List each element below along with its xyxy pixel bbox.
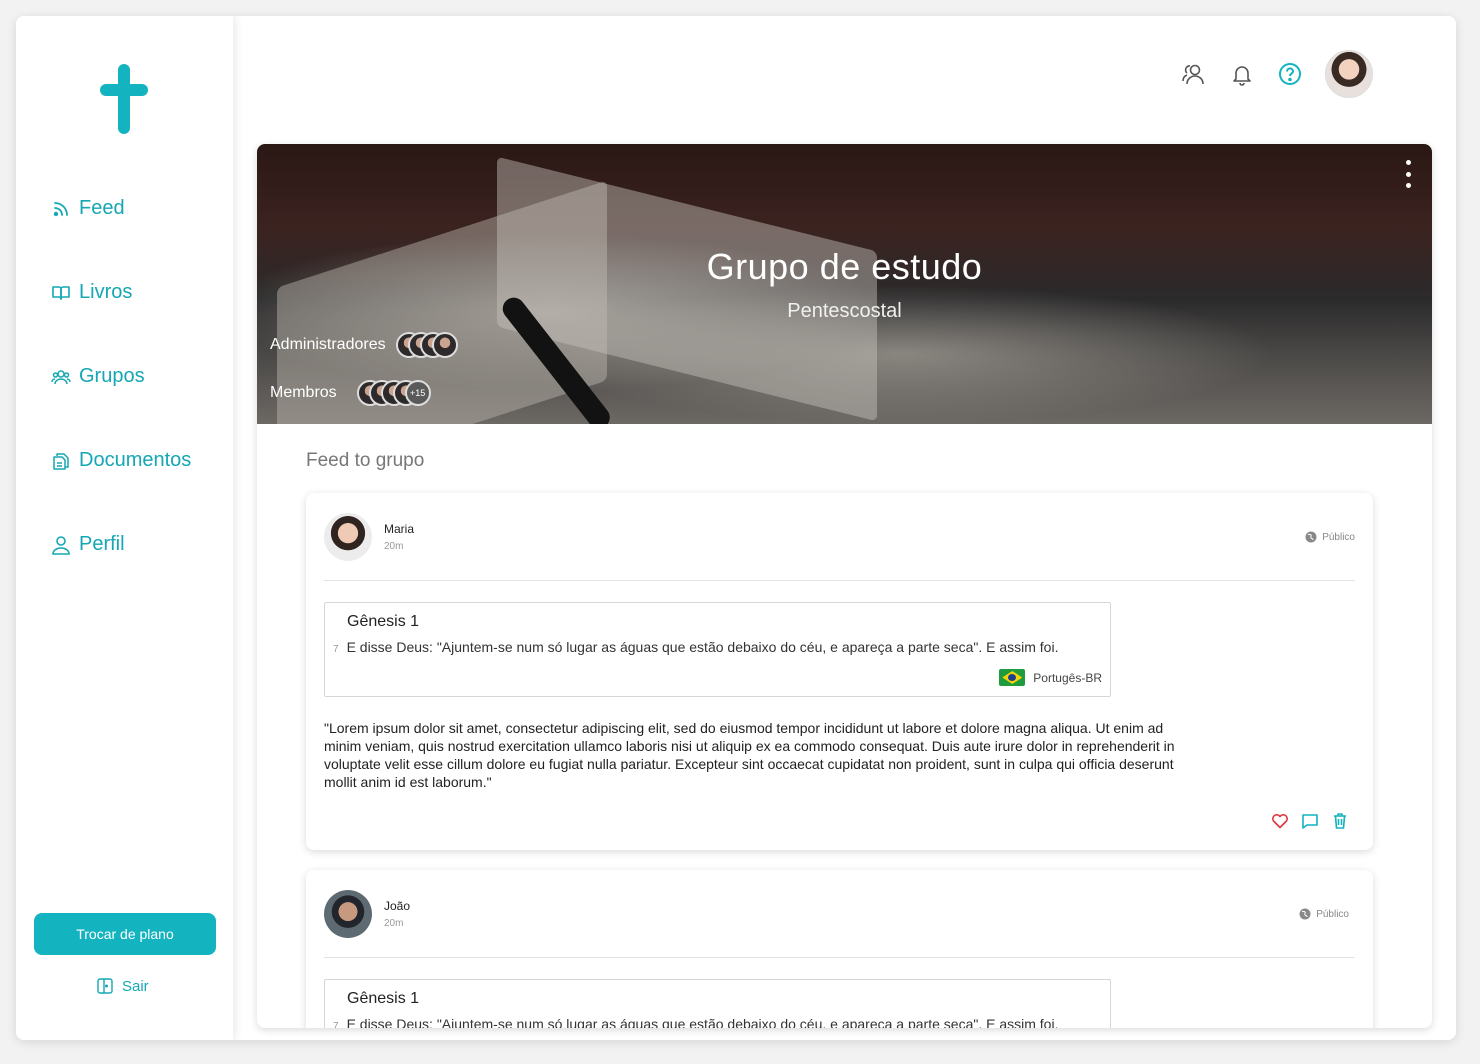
sidebar-item-label: Documentos (79, 449, 192, 471)
users-icon (51, 369, 71, 384)
friends-icon (1182, 64, 1204, 85)
logout-button[interactable]: Sair (96, 977, 149, 995)
group-title: Grupo de estudo (706, 246, 983, 287)
sidebar-item-label: Grupos (79, 365, 145, 387)
verse-card[interactable]: Gênesis 1 7 E disse Deus: "Ajuntem-se nu… (324, 602, 1111, 697)
post-header: Maria 20m Público (324, 493, 1355, 581)
language-tag: Portugês-BR (999, 669, 1102, 686)
sidebar-item-label: Perfil (79, 533, 125, 555)
notifications-button[interactable] (1229, 61, 1255, 87)
avatar (431, 332, 458, 358)
verse-line: 7 E disse Deus: "Ajuntem-se num só lugar… (333, 639, 1102, 655)
sidebar-item-grupos[interactable]: Grupos (51, 365, 145, 388)
members-avatars: +15 (356, 380, 431, 406)
rss-icon (53, 201, 68, 216)
feed-title: Feed to grupo (306, 450, 425, 471)
sidebar-item-label: Feed (79, 197, 125, 219)
user-avatar[interactable] (1325, 50, 1373, 98)
app-window: Feed Livros Grupos Documentos Perfil Tro… (16, 16, 1456, 1040)
admins-avatars (395, 332, 458, 358)
post-author[interactable]: Maria (384, 522, 414, 536)
group-subtitle: Pentescostal (787, 300, 902, 322)
heart-icon (1272, 814, 1288, 829)
post-card: João 20m Público Gênesis 1 7 E disse Deu… (306, 870, 1373, 1028)
bell-icon (1233, 66, 1251, 86)
post-actions (1271, 812, 1349, 830)
change-plan-button[interactable]: Trocar de plano (34, 913, 216, 955)
sidebar-item-perfil[interactable]: Perfil (51, 533, 125, 556)
top-bar-actions (1181, 50, 1373, 98)
post-card: Maria 20m Público Gênesis 1 7 E disse De… (306, 493, 1373, 850)
admins-label: Administradores (270, 336, 386, 353)
verse-text: E disse Deus: "Ajuntem-se num só lugar a… (346, 639, 1059, 655)
help-icon (1279, 63, 1301, 85)
help-button[interactable] (1277, 61, 1303, 87)
post-header: João 20m Público (324, 870, 1355, 958)
sidebar-item-label: Livros (79, 281, 133, 303)
friends-button[interactable] (1181, 61, 1207, 87)
post-time: 20m (384, 541, 404, 552)
comment-button[interactable] (1301, 812, 1319, 830)
globe-icon (1299, 908, 1311, 920)
admins-row[interactable]: Administradores (270, 332, 458, 358)
logout-label: Sair (122, 977, 149, 995)
verse-number: 7 (333, 644, 339, 655)
avatar[interactable] (324, 890, 372, 938)
avatar[interactable] (324, 513, 372, 561)
group-page: Grupo de estudo Pentescostal Administrad… (257, 144, 1432, 1028)
brazil-flag-icon (999, 669, 1026, 686)
globe-icon (1305, 531, 1317, 543)
language-label: Portugês-BR (1033, 670, 1102, 685)
sidebar-item-livros[interactable]: Livros (51, 281, 132, 304)
delete-button[interactable] (1331, 812, 1349, 830)
verse-card[interactable]: Gênesis 1 7 E disse Deus: "Ajuntem-se nu… (324, 979, 1111, 1028)
sidebar-item-documentos[interactable]: Documentos (51, 449, 191, 472)
group-banner: Grupo de estudo Pentescostal Administrad… (257, 144, 1432, 424)
visibility-label: Público (1322, 531, 1355, 543)
like-button[interactable] (1271, 812, 1289, 830)
cross-logo-icon (100, 64, 148, 134)
user-icon (52, 535, 70, 555)
sidebar: Feed Livros Grupos Documentos Perfil Tro… (16, 16, 233, 1040)
verse-text: E disse Deus: "Ajuntem-se num só lugar a… (346, 1016, 1059, 1028)
post-text: "Lorem ipsum dolor sit amet, consectetur… (324, 720, 1175, 790)
post-time: 20m (384, 918, 404, 929)
trash-icon (1334, 813, 1346, 829)
verse-title: Gênesis 1 (347, 990, 420, 1007)
members-count-badge: +15 (404, 380, 431, 406)
visibility-label: Público (1316, 908, 1349, 920)
door-icon (97, 978, 113, 994)
more-options-icon[interactable] (1402, 160, 1414, 188)
verse-line: 7 E disse Deus: "Ajuntem-se num só lugar… (333, 1016, 1102, 1028)
comment-icon (1302, 814, 1318, 829)
post-visibility: Público (1305, 531, 1355, 543)
sidebar-item-feed[interactable]: Feed (51, 197, 125, 220)
book-icon (52, 285, 70, 300)
documents-icon (53, 452, 69, 470)
verse-title: Gênesis 1 (347, 613, 420, 630)
post-visibility: Público (1299, 908, 1349, 920)
members-row[interactable]: Membros +15 (270, 380, 431, 406)
post-author[interactable]: João (384, 899, 410, 913)
members-label: Membros (270, 384, 337, 401)
verse-number: 7 (333, 1021, 339, 1028)
